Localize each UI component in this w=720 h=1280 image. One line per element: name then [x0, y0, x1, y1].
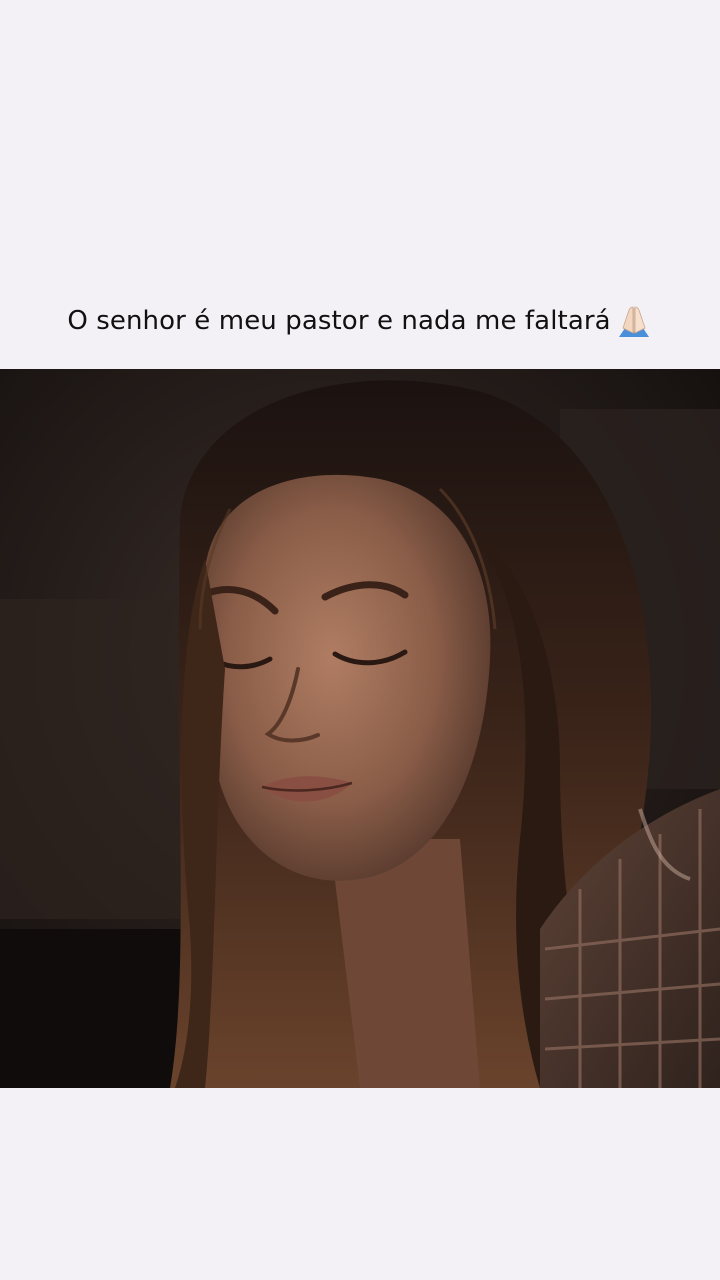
caption-text: O senhor é meu pastor e nada me faltará — [67, 306, 611, 336]
post-caption: O senhor é meu pastor e nada me faltará — [0, 296, 720, 346]
video-frame[interactable] — [0, 369, 720, 1088]
portrait-illustration — [0, 369, 720, 1088]
praying-hands-icon — [615, 304, 653, 338]
